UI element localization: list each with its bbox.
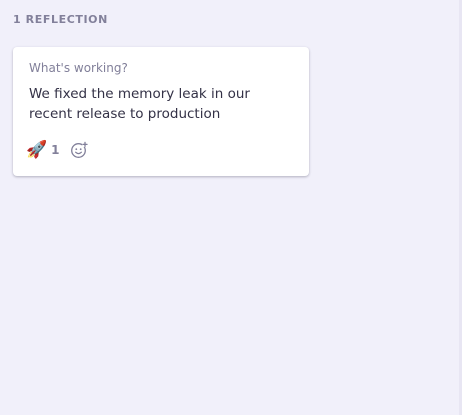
add-emoji-icon[interactable] bbox=[69, 140, 89, 160]
reflection-content[interactable]: We fixed the memory leak in our recent r… bbox=[29, 84, 293, 124]
reaction-bar: 🚀 1 bbox=[26, 140, 89, 160]
reflection-count-header: 1 REFLECTION bbox=[13, 13, 108, 26]
rocket-icon[interactable]: 🚀 bbox=[26, 140, 47, 160]
reflection-prompt: What's working? bbox=[29, 61, 128, 75]
reaction-count: 1 bbox=[51, 143, 60, 157]
reflection-card[interactable]: What's working? We fixed the memory leak… bbox=[13, 47, 309, 176]
